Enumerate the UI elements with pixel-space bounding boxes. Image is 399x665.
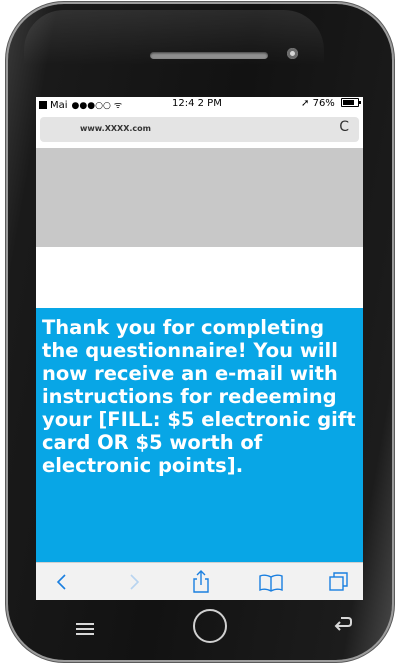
front-camera: [287, 48, 298, 59]
page-white-band: [36, 247, 363, 308]
back-icon[interactable]: [54, 569, 70, 595]
status-carrier: Mai ●●●○○ ᯤ: [39, 98, 122, 111]
signal-strength-icon: ●●●○○: [71, 101, 111, 111]
status-battery: ➚ 76%: [301, 98, 361, 109]
status-time: 12:4 2 PM: [172, 98, 222, 109]
tabs-icon[interactable]: [328, 569, 350, 595]
status-bar: Mai ●●●○○ ᯤ 12:4 2 PM ➚ 76%: [36, 97, 363, 112]
home-button[interactable]: [193, 609, 227, 643]
menu-icon[interactable]: [76, 620, 94, 639]
wifi-icon: ᯤ: [113, 101, 123, 111]
location-arrow-icon: ➚: [301, 98, 310, 109]
page-gray-banner: [36, 148, 363, 247]
url-text: www.XXXX.com: [80, 124, 151, 133]
carrier-label: Mai: [50, 100, 68, 111]
browser-toolbar: [36, 562, 363, 600]
thank-you-panel: Thank you for completing the questionnai…: [36, 308, 363, 562]
bookmarks-icon[interactable]: [258, 569, 284, 595]
reload-icon[interactable]: C: [339, 119, 349, 135]
return-icon[interactable]: [333, 615, 353, 637]
forward-icon[interactable]: [126, 569, 142, 595]
page: Mai ●●●○○ ᯤ 12:4 2 PM ➚ 76% www.XXXX.com C…: [0, 0, 399, 665]
thank-you-message: Thank you for completing the questionnai…: [42, 316, 356, 477]
share-icon[interactable]: [191, 569, 211, 595]
battery-fill: [343, 100, 354, 105]
battery-icon: [341, 98, 361, 107]
app-back-icon: [39, 101, 47, 109]
address-bar[interactable]: www.XXXX.com C: [40, 117, 359, 142]
phone-screen: Mai ●●●○○ ᯤ 12:4 2 PM ➚ 76% www.XXXX.com C…: [36, 97, 363, 600]
speaker-grille: [150, 52, 268, 59]
battery-percent: 76%: [312, 98, 335, 109]
